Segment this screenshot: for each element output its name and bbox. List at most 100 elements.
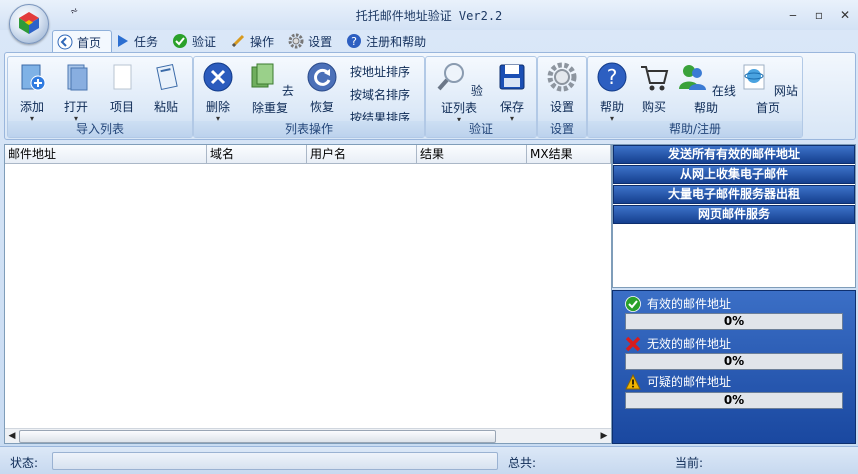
group-label-settings: 设置 <box>538 121 586 137</box>
app-menu-orb[interactable] <box>9 4 49 44</box>
open-button[interactable]: 打开 ▾ <box>56 61 96 123</box>
svg-text:?: ? <box>351 35 357 48</box>
svg-text:?: ? <box>607 65 618 89</box>
valid-stat-label: 有效的邮件地址 <box>625 295 731 312</box>
status-bar: 状态: 总共: 当前: <box>0 446 858 474</box>
group-import-list: 添加 ▾ 打开 ▾ 项目 粘贴 导入列表 <box>7 56 193 138</box>
maximize-button[interactable]: ▫ <box>812 8 826 22</box>
floppy-disk-icon <box>499 64 525 90</box>
invalid-x-icon <box>625 336 641 351</box>
invalid-stat-label: 无效的邮件地址 <box>625 335 731 352</box>
group-verify: 验证列表 ▾ 保存 ▾ 验证 <box>425 56 537 138</box>
scrollbar-thumb[interactable] <box>19 430 496 443</box>
save-button[interactable]: 保存 ▾ <box>492 61 532 123</box>
online-help-button[interactable]: 在线帮助 <box>676 61 736 116</box>
shopping-cart-icon <box>641 66 669 91</box>
tab-label: 设置 <box>308 34 333 49</box>
group-label-help: 帮助/注册 <box>588 121 802 137</box>
delete-icon <box>203 62 233 92</box>
group-label-import: 导入列表 <box>8 121 192 137</box>
gear-icon <box>547 62 577 92</box>
sort-by-address-button[interactable]: 按地址排序 <box>350 63 410 80</box>
paste-icon <box>156 63 178 91</box>
email-list-table[interactable]: 邮件地址 域名 用户名 结果 MX结果 ◀ ▶ <box>4 144 612 444</box>
column-header-domain[interactable]: 域名 <box>207 145 307 163</box>
promo-links-panel: 发送所有有效的邮件地址 从网上收集电子邮件 大量电子邮件服务器出租 网页邮件服务 <box>612 144 856 288</box>
stats-panel: 有效的邮件地址 0% 无效的邮件地址 0% 可疑的邮件地址 0% <box>612 290 856 444</box>
status-field <box>52 452 498 470</box>
scroll-left-arrow-icon[interactable]: ◀ <box>5 429 19 443</box>
magnifier-icon <box>437 63 465 91</box>
horizontal-scrollbar[interactable]: ◀ ▶ <box>5 428 611 443</box>
delete-button[interactable]: 删除 ▾ <box>198 61 238 123</box>
valid-check-icon <box>625 295 641 312</box>
item-button[interactable]: 项目 <box>102 61 142 115</box>
paste-button[interactable]: 粘贴 <box>146 61 186 115</box>
users-icon <box>679 65 707 90</box>
pen-icon <box>231 34 245 48</box>
group-label-verify: 验证 <box>426 121 536 137</box>
add-button[interactable]: 添加 ▾ <box>12 61 52 123</box>
ribbon: 添加 ▾ 打开 ▾ 项目 粘贴 导入列表 删除 ▾ 去除重复 恢复 按地址排序 … <box>4 52 856 140</box>
tab-label: 任务 <box>134 34 159 49</box>
minimize-button[interactable]: ‒ <box>786 8 800 22</box>
scroll-right-arrow-icon[interactable]: ▶ <box>597 429 611 443</box>
tab-label: 验证 <box>192 34 217 49</box>
restore-button[interactable]: 恢复 <box>302 61 342 115</box>
column-header-username[interactable]: 用户名 <box>307 145 417 163</box>
group-list-operations: 删除 ▾ 去除重复 恢复 按地址排序 按域名排序 按结果排序 列表操作 <box>193 56 425 138</box>
open-folder-icon <box>67 64 88 91</box>
total-label: 总共: <box>508 456 537 470</box>
suspicious-stat-label: 可疑的邮件地址 <box>625 373 731 390</box>
web-page-icon <box>743 64 765 90</box>
suspicious-progress-bar: 0% <box>625 392 843 409</box>
help-button[interactable]: ? 帮助 ▾ <box>592 61 632 123</box>
sort-by-domain-button[interactable]: 按域名排序 <box>350 86 410 103</box>
app-window: ⩫ 托托邮件地址验证 Ver2.2 ‒ ▫ ✕ 首页 任务 验证 操作 设置 ?… <box>0 0 858 474</box>
link-server-rental[interactable]: 大量电子邮件服务器出租 <box>613 185 855 204</box>
tab-register-help[interactable]: ? 注册和帮助 <box>342 30 436 52</box>
buy-button[interactable]: 购买 <box>634 61 674 115</box>
tab-verify[interactable]: 验证 <box>168 30 226 52</box>
tab-operations[interactable]: 操作 <box>226 30 284 52</box>
gear-icon <box>288 33 304 49</box>
current-label: 当前: <box>675 456 704 470</box>
remove-duplicates-button[interactable]: 去除重复 <box>242 61 298 116</box>
table-header: 邮件地址 域名 用户名 结果 MX结果 <box>5 145 611 164</box>
invalid-progress-bar: 0% <box>625 353 843 370</box>
tab-label: 注册和帮助 <box>366 34 427 49</box>
settings-button[interactable]: 设置 <box>542 61 582 115</box>
tab-label: 首页 <box>77 35 102 50</box>
tab-settings[interactable]: 设置 <box>284 30 342 52</box>
tab-label: 操作 <box>250 34 275 49</box>
column-header-result[interactable]: 结果 <box>417 145 527 163</box>
column-header-mx-result[interactable]: MX结果 <box>527 145 611 163</box>
verify-list-button[interactable]: 验证列表 ▾ <box>430 61 488 124</box>
group-help-register: ? 帮助 ▾ 购买 在线帮助 网站首页 帮助/注册 <box>587 56 803 138</box>
check-icon <box>173 34 188 48</box>
add-file-icon <box>21 64 46 91</box>
group-settings: 设置 设置 <box>537 56 587 138</box>
status-label: 状态: <box>10 456 39 470</box>
app-logo-icon <box>19 12 39 34</box>
remove-duplicates-icon <box>251 63 274 88</box>
window-controls: ‒ ▫ ✕ <box>786 8 852 22</box>
play-icon <box>118 35 129 47</box>
home-icon <box>57 34 73 50</box>
column-header-email[interactable]: 邮件地址 <box>5 145 207 163</box>
tab-home[interactable]: 首页 <box>52 30 113 53</box>
ribbon-tabs: 首页 任务 验证 操作 设置 ? 注册和帮助 <box>52 30 436 53</box>
website-home-button[interactable]: 网站首页 <box>738 61 798 116</box>
valid-progress-bar: 0% <box>625 313 843 330</box>
link-collect-emails[interactable]: 从网上收集电子邮件 <box>613 165 855 184</box>
link-send-valid-emails[interactable]: 发送所有有效的邮件地址 <box>613 145 855 164</box>
close-button[interactable]: ✕ <box>838 8 852 22</box>
help-icon: ? <box>347 34 362 48</box>
restore-icon <box>307 62 337 92</box>
document-icon <box>113 64 132 90</box>
warning-icon <box>625 373 641 389</box>
group-label-list-ops: 列表操作 <box>194 121 424 137</box>
tab-tasks[interactable]: 任务 <box>112 30 168 52</box>
link-webmail-service[interactable]: 网页邮件服务 <box>613 205 855 224</box>
help-icon: ? <box>597 62 627 92</box>
